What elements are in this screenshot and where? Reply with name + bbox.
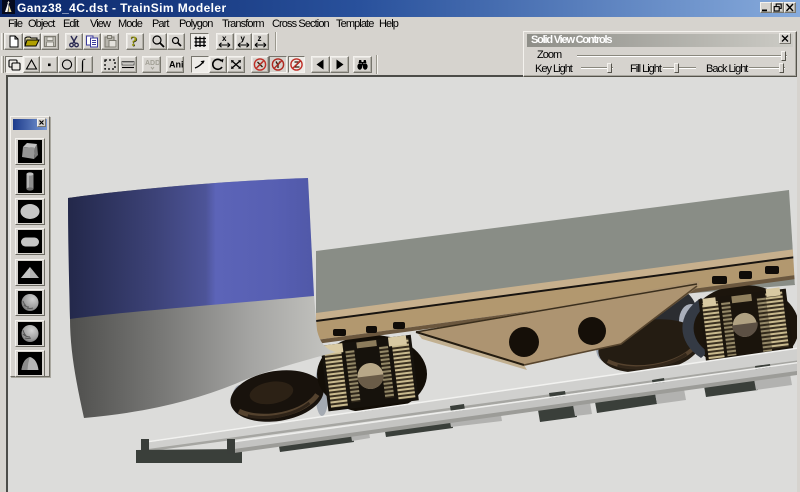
svg-text:?: ?: [130, 34, 138, 49]
svg-text:y: y: [241, 34, 246, 43]
svg-text:z: z: [258, 34, 262, 43]
svg-text:∫: ∫: [80, 58, 87, 73]
svg-text:x: x: [222, 34, 227, 43]
svg-text:ADD: ADD: [145, 60, 160, 67]
svg-text:Ani: Ani: [169, 60, 183, 70]
